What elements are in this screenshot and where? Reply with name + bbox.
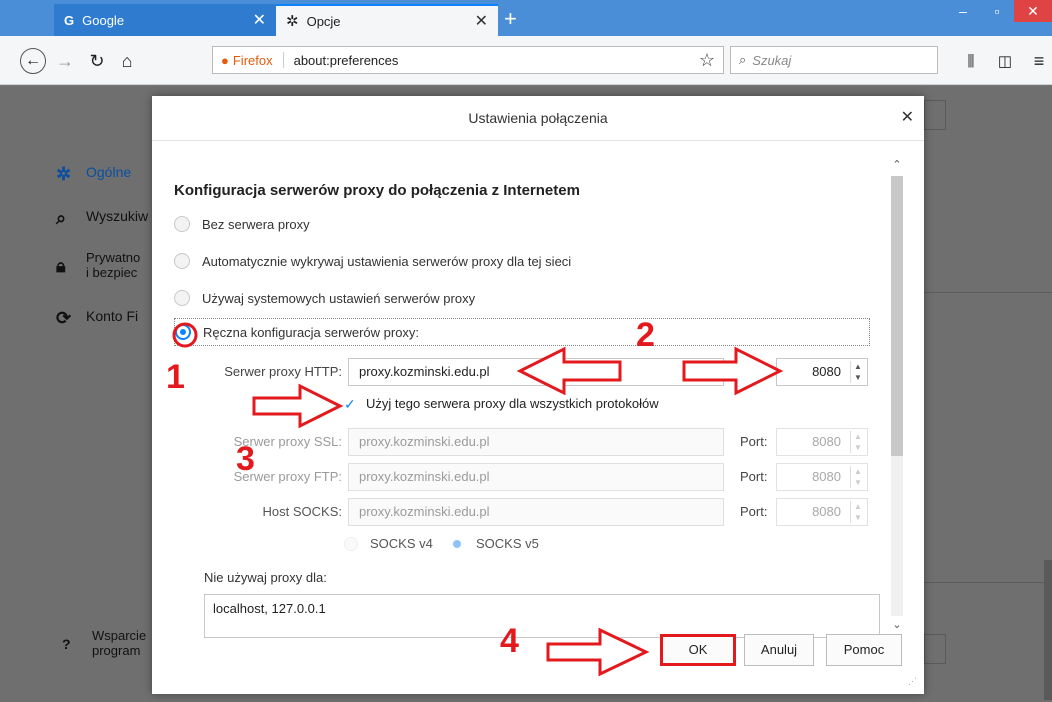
tab-label: Opcje bbox=[306, 13, 341, 29]
sidebar-item-search[interactable]: ⌕ Wyszukiw bbox=[56, 208, 148, 229]
help-button[interactable]: Pomoc bbox=[826, 634, 902, 666]
back-button[interactable]: ← bbox=[20, 48, 46, 74]
ftp-port-label: Port: bbox=[740, 469, 768, 484]
sidebar-item-sync[interactable]: ⟳ Konto Fi bbox=[56, 308, 138, 329]
new-tab-button[interactable]: + bbox=[504, 6, 517, 32]
cancel-button[interactable]: Anuluj bbox=[744, 634, 814, 666]
radio-button[interactable] bbox=[344, 536, 358, 551]
close-tab-icon[interactable]: ✕ bbox=[253, 10, 266, 30]
dialog-title: Ustawienia połączenia bbox=[152, 96, 924, 141]
checkbox-checked-icon[interactable]: ✓ bbox=[344, 397, 358, 411]
socks-host-label: Host SOCKS: bbox=[262, 504, 342, 519]
sidebar-icon[interactable]: ◫ bbox=[992, 48, 1018, 74]
radio-no-proxy[interactable]: Bez serwera proxy bbox=[174, 216, 310, 232]
use-for-all-checkbox-row[interactable]: ✓ Użyj tego serwera proxy dla wszystkich… bbox=[344, 396, 659, 411]
ssl-proxy-label: Serwer proxy SSL: bbox=[233, 434, 342, 449]
ssl-proxy-input[interactable]: proxy.kozminski.edu.pl bbox=[348, 428, 724, 456]
tab-label: Google bbox=[82, 12, 125, 28]
search-input[interactable]: ⌕ Szukaj bbox=[730, 46, 938, 74]
port-spinner[interactable]: ▲ ▼ bbox=[850, 431, 865, 453]
tab-opcje[interactable]: ✲ Opcje ✕ bbox=[276, 4, 498, 36]
annotation-number-4: 4 bbox=[500, 622, 519, 660]
radio-button-selected[interactable] bbox=[175, 324, 191, 340]
minimize-button[interactable]: – bbox=[946, 0, 980, 22]
http-port-input[interactable]: 8080 ▲ ▼ bbox=[776, 358, 868, 386]
radio-button[interactable] bbox=[174, 216, 190, 232]
sidebar-item-privacy[interactable]: 🔒︎ Prywatno i bezpiec bbox=[56, 250, 140, 280]
radio-auto-detect[interactable]: Automatycznie wykrywaj ustawienia serwer… bbox=[174, 253, 571, 269]
url-brand: Firefox bbox=[232, 52, 273, 68]
sidebar-item-general[interactable]: ✲ Ogólne bbox=[56, 164, 131, 185]
http-proxy-input[interactable]: proxy.kozminski.edu.pl bbox=[348, 358, 724, 386]
http-proxy-label: Serwer proxy HTTP: bbox=[224, 364, 342, 379]
socks-host-input[interactable]: proxy.kozminski.edu.pl bbox=[348, 498, 724, 526]
tab-strip: G Google ✕ ✲ Opcje ✕ + – ▫ ✕ bbox=[0, 0, 1052, 36]
socks-port-input[interactable]: 8080 ▲ ▼ bbox=[776, 498, 868, 526]
scroll-up-icon[interactable]: ⌃ bbox=[889, 158, 905, 171]
firefox-icon: ● bbox=[221, 52, 229, 68]
annotation-number-3: 3 bbox=[236, 440, 255, 478]
annotation-number-1: 1 bbox=[166, 358, 185, 396]
search-icon: ⌕ bbox=[739, 52, 747, 67]
socks-port-label: Port: bbox=[740, 504, 768, 519]
resize-grip-icon[interactable]: ⋰ bbox=[908, 676, 917, 687]
google-g-icon: G bbox=[64, 12, 75, 28]
connection-settings-dialog: Ustawienia połączenia ✕ ⌃ ⌄ Konfiguracja… bbox=[152, 96, 924, 694]
radio-button-selected[interactable] bbox=[450, 536, 464, 551]
library-icon[interactable]: ⫼ bbox=[958, 48, 984, 74]
maximize-button[interactable]: ▫ bbox=[980, 0, 1014, 22]
annotation-number-2: 2 bbox=[636, 316, 655, 354]
help-icon: ? bbox=[62, 636, 71, 652]
menu-icon[interactable]: ≡ bbox=[1026, 48, 1052, 74]
lock-icon: 🔒︎ bbox=[56, 256, 66, 276]
ssl-port-label: Port: bbox=[740, 434, 768, 449]
url-bar[interactable]: ● Firefox about:preferences ☆ bbox=[212, 46, 724, 74]
gear-icon: ✲ bbox=[286, 13, 299, 30]
radio-button[interactable] bbox=[174, 290, 190, 306]
radio-manual-proxy[interactable]: Ręczna konfiguracja serwerów proxy: bbox=[174, 318, 870, 346]
forward-button[interactable]: → bbox=[52, 48, 78, 74]
scroll-down-icon[interactable]: ⌄ bbox=[889, 618, 905, 631]
ftp-proxy-label: Serwer proxy FTP: bbox=[233, 469, 342, 484]
proxy-heading: Konfiguracja serwerów proxy do połączeni… bbox=[174, 182, 580, 199]
ftp-proxy-input[interactable]: proxy.kozminski.edu.pl bbox=[348, 463, 724, 491]
gear-icon: ✲ bbox=[56, 164, 72, 184]
no-proxy-label: Nie używaj proxy dla: bbox=[204, 570, 327, 585]
navigation-bar: ← → ↻ ⌂ ● Firefox about:preferences ☆ ⌕ … bbox=[0, 36, 1052, 85]
port-spinner[interactable]: ▲ ▼ bbox=[850, 361, 865, 383]
reload-button[interactable]: ↻ bbox=[84, 48, 110, 74]
url-text: about:preferences bbox=[293, 52, 399, 68]
search-placeholder: Szukaj bbox=[752, 52, 792, 68]
port-spinner[interactable]: ▲ ▼ bbox=[850, 501, 865, 523]
no-proxy-textarea[interactable]: localhost, 127.0.0.1 bbox=[204, 594, 880, 638]
radio-button[interactable] bbox=[174, 253, 190, 269]
http-port-label: Port: bbox=[740, 364, 768, 379]
radio-socks-v5[interactable]: SOCKS v5 bbox=[450, 536, 539, 551]
close-tab-icon[interactable]: ✕ bbox=[475, 11, 488, 31]
tab-google[interactable]: G Google ✕ bbox=[54, 4, 276, 36]
sync-icon: ⟳ bbox=[56, 308, 72, 328]
bookmark-star-icon[interactable]: ☆ bbox=[699, 50, 715, 71]
dialog-scrollbar[interactable]: ⌃ ⌄ bbox=[889, 158, 905, 634]
port-spinner[interactable]: ▲ ▼ bbox=[850, 466, 865, 488]
ftp-port-input[interactable]: 8080 ▲ ▼ bbox=[776, 463, 868, 491]
close-icon[interactable]: ✕ bbox=[901, 96, 914, 140]
scrollbar-thumb[interactable] bbox=[891, 176, 903, 456]
ok-button[interactable]: OK bbox=[660, 634, 736, 666]
search-icon: ⌕ bbox=[56, 208, 67, 228]
sidebar-support[interactable]: ? Wsparcie program bbox=[62, 628, 146, 658]
window-close-button[interactable]: ✕ bbox=[1014, 0, 1052, 22]
home-button[interactable]: ⌂ bbox=[114, 48, 140, 74]
radio-system-proxy[interactable]: Używaj systemowych ustawień serwerów pro… bbox=[174, 290, 475, 306]
radio-socks-v4[interactable]: SOCKS v4 bbox=[344, 536, 433, 551]
ssl-port-input[interactable]: 8080 ▲ ▼ bbox=[776, 428, 868, 456]
